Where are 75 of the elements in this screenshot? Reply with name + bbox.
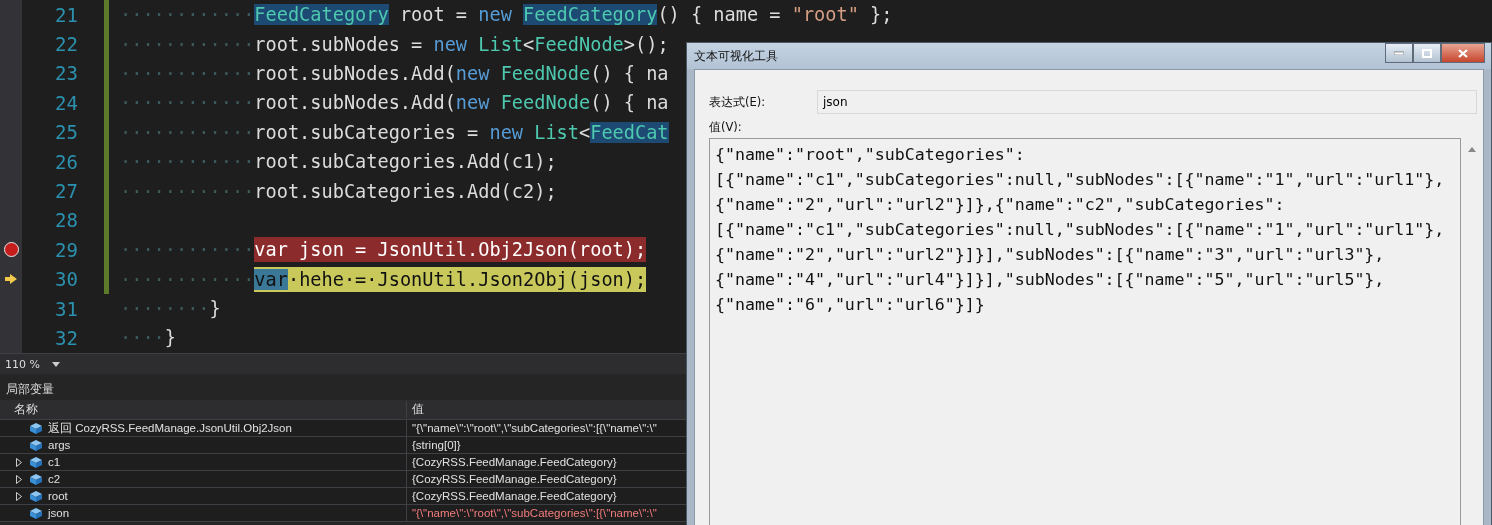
minimize-icon	[1394, 51, 1404, 55]
code-line: root.subCategories = new List<FeedCat	[254, 120, 669, 145]
code-line: root.subNodes.Add(new FeedNode() { na	[254, 91, 669, 116]
indent-dots: ············	[120, 4, 255, 26]
indent-dots: ············	[120, 151, 255, 173]
panel-title: 局部变量	[5, 382, 55, 398]
value-text-line: [{"name":"c1","subCategories":null,"subNodes":[{"name":"1","url":"url1"},	[715, 169, 1446, 191]
breakpoint-icon[interactable]	[3, 242, 19, 258]
zoom-dropdown[interactable]: 110 %	[5, 357, 60, 371]
arrow-icon	[5, 274, 17, 285]
code-line: FeedCategory root = new FeedCategory() { name = "root" };	[254, 3, 893, 28]
variable-value: {CozyRSS.FeedManage.FeedCategory}	[412, 456, 617, 468]
value-text-line: {"name":"2","url":"url2"}]}],"subNodes":[{"name":"3","url":"url3"},	[715, 244, 1386, 266]
line-number: 24	[54, 91, 78, 114]
code-line: }	[164, 326, 176, 351]
variable-name: json	[48, 507, 70, 519]
cube-icon	[30, 439, 42, 451]
cube-icon	[30, 456, 42, 468]
code-line: root.subCategories.Add(c1);	[254, 150, 557, 175]
indent-dots: ············	[120, 239, 255, 261]
code-line: root.subCategories.Add(c2);	[254, 179, 557, 204]
value-text-line: [{"name":"c1","subCategories":null,"subNodes":[{"name":"1","url":"url1"},	[715, 219, 1446, 241]
variable-value: {string[0]}	[412, 439, 461, 451]
indent-dots: ············	[120, 268, 255, 290]
indent-dots: ············	[120, 33, 255, 55]
close-button[interactable]	[1441, 43, 1485, 63]
cube-icon	[30, 507, 42, 519]
variable-value: "{\"name\":\"root\",\"subCategories\":[{\"name\":\"	[412, 422, 657, 434]
variable-value: {CozyRSS.FeedManage.FeedCategory}	[412, 490, 617, 502]
column-header[interactable]: 值	[407, 401, 424, 418]
dialog-title: 文本可视化工具	[693, 47, 779, 65]
line-number: 29	[54, 238, 78, 261]
value-text-line: {"name":"6","url":"url6"}]}	[715, 294, 986, 316]
value-text-line: {"name":"4","url":"url4"}]}],"subNodes":[{"name":"5","url":"url5"},	[715, 269, 1386, 291]
line-number: 27	[54, 180, 78, 203]
variable-name: 返回 CozyRSS.FeedManage.JsonUtil.Obj2Json	[48, 420, 292, 436]
variable-name: root	[48, 490, 68, 502]
indent-dots: ············	[120, 180, 255, 202]
cube-icon	[30, 473, 42, 485]
variable-value: "{\"name\":\"root\",\"subCategories\":[{\"name\":\"	[412, 507, 657, 519]
line-number: 25	[54, 121, 78, 144]
indent-dots: ············	[120, 92, 255, 114]
line-number: 26	[54, 150, 78, 173]
indent-dots: ····	[120, 327, 165, 349]
expression-label: 表达式(E):	[709, 94, 767, 110]
value-text-line: {"name":"2","url":"url2"}]},{"name":"c2","subCategories":	[715, 194, 1286, 216]
scroll-up-arrow-icon[interactable]	[1468, 147, 1476, 152]
maximize-icon	[1422, 48, 1432, 58]
column-header[interactable]: 名称	[0, 401, 407, 418]
variable-name: c2	[48, 473, 61, 485]
line-number: 23	[54, 62, 78, 85]
variable-name: args	[48, 439, 71, 451]
maximize-button[interactable]	[1413, 43, 1441, 63]
minimize-button[interactable]	[1385, 43, 1413, 63]
line-number: 21	[54, 3, 78, 26]
variable-name: c1	[48, 456, 61, 468]
code-line: root.subNodes = new List<FeedNode>();	[254, 32, 669, 57]
variable-value: {CozyRSS.FeedManage.FeedCategory}	[412, 473, 617, 485]
cube-icon	[30, 422, 42, 434]
code-line: }	[209, 297, 221, 322]
indent-dots: ············	[120, 62, 255, 84]
line-number: 32	[54, 327, 78, 349]
line-number: 28	[54, 209, 78, 232]
line-number: 30	[54, 268, 78, 291]
expression-field[interactable]: json	[817, 90, 1477, 114]
line-number: 22	[54, 33, 78, 56]
cube-icon	[30, 490, 42, 502]
value-label: 值(V):	[709, 120, 743, 135]
value-text-line: {"name":"root","subCategories":	[715, 144, 1026, 166]
code-line: root.subNodes.Add(new FeedNode() { na	[254, 61, 669, 86]
line-number: 31	[54, 297, 78, 320]
caret-icon	[51, 361, 60, 367]
indent-dots: ········	[120, 298, 210, 320]
close-icon	[1458, 48, 1468, 58]
indent-dots: ············	[120, 121, 255, 143]
